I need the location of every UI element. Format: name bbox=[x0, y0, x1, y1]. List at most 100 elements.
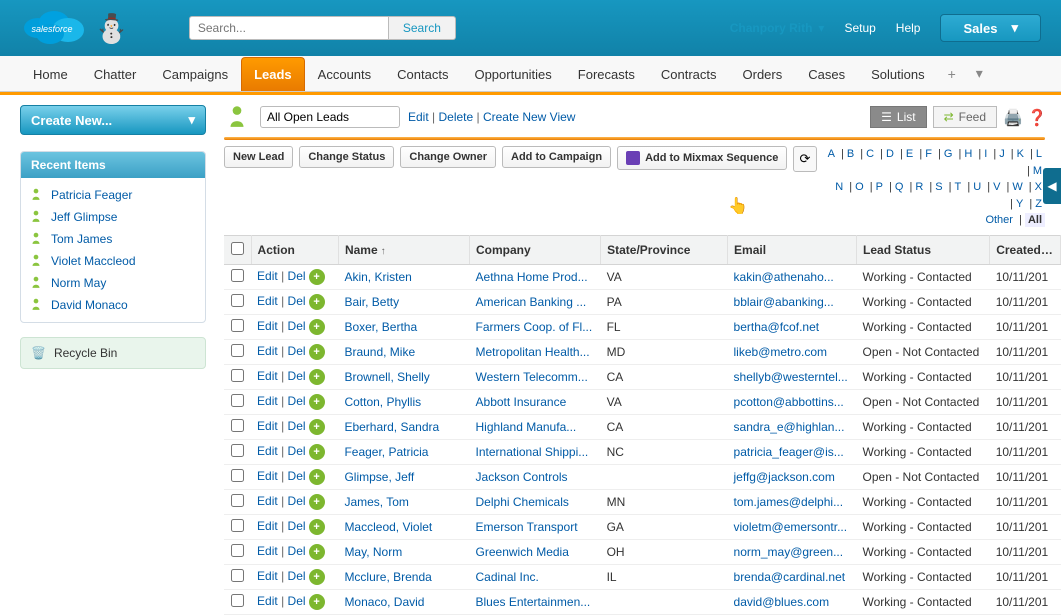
col-created[interactable]: Created Da bbox=[990, 235, 1061, 264]
nav-more[interactable]: ▾ bbox=[966, 56, 993, 91]
add-action-icon[interactable]: + bbox=[309, 544, 325, 560]
lead-name-link[interactable]: Bair, Betty bbox=[344, 295, 399, 309]
help-icon[interactable]: ❓ bbox=[1027, 108, 1045, 126]
recent-item-link[interactable]: Violet Maccleod bbox=[51, 254, 136, 268]
add-campaign-button[interactable]: Add to Campaign bbox=[502, 146, 611, 168]
alpha-all[interactable]: All bbox=[1025, 213, 1045, 227]
alpha-M[interactable]: M bbox=[1033, 165, 1042, 177]
help-link[interactable]: Help bbox=[896, 21, 921, 35]
feed-view-toggle[interactable]: ⇄Feed bbox=[933, 106, 997, 128]
alpha-other[interactable]: Other bbox=[985, 214, 1013, 226]
company-link[interactable]: Abbott Insurance bbox=[476, 395, 567, 409]
lead-name-link[interactable]: Brownell, Shelly bbox=[344, 370, 429, 384]
edit-link[interactable]: Edit bbox=[257, 544, 278, 558]
row-checkbox[interactable] bbox=[231, 394, 244, 407]
alpha-S[interactable]: S bbox=[935, 181, 942, 193]
company-link[interactable]: Greenwich Media bbox=[476, 545, 569, 559]
nav-tab-chatter[interactable]: Chatter bbox=[81, 57, 150, 91]
user-menu[interactable]: Chanpory Rith▾ bbox=[730, 21, 825, 35]
alpha-O[interactable]: O bbox=[855, 181, 864, 193]
add-action-icon[interactable]: + bbox=[309, 594, 325, 610]
row-checkbox[interactable] bbox=[231, 294, 244, 307]
email-link[interactable]: patricia_feager@is... bbox=[734, 445, 844, 459]
create-view-link[interactable]: Create New View bbox=[483, 110, 575, 124]
alpha-R[interactable]: R bbox=[915, 181, 923, 193]
search-input[interactable] bbox=[189, 16, 389, 40]
nav-tab-campaigns[interactable]: Campaigns bbox=[149, 57, 241, 91]
edit-link[interactable]: Edit bbox=[257, 369, 278, 383]
delete-view-link[interactable]: Delete bbox=[438, 110, 473, 124]
col-action[interactable]: Action bbox=[251, 235, 338, 264]
alpha-F[interactable]: F bbox=[925, 148, 932, 160]
add-action-icon[interactable]: + bbox=[309, 469, 325, 485]
lead-name-link[interactable]: Feager, Patricia bbox=[344, 445, 428, 459]
del-link[interactable]: Del bbox=[288, 269, 306, 283]
lead-name-link[interactable]: Monaco, David bbox=[344, 595, 424, 609]
row-checkbox[interactable] bbox=[231, 494, 244, 507]
view-select[interactable]: All Open Leads bbox=[260, 106, 400, 128]
edit-link[interactable]: Edit bbox=[257, 469, 278, 483]
email-link[interactable]: norm_may@green... bbox=[734, 545, 844, 559]
row-checkbox[interactable] bbox=[231, 594, 244, 607]
del-link[interactable]: Del bbox=[288, 544, 306, 558]
add-action-icon[interactable]: + bbox=[309, 319, 325, 335]
email-link[interactable]: bblair@abanking... bbox=[734, 295, 834, 309]
recent-item-link[interactable]: Jeff Glimpse bbox=[51, 210, 117, 224]
del-link[interactable]: Del bbox=[288, 294, 306, 308]
del-link[interactable]: Del bbox=[288, 369, 306, 383]
del-link[interactable]: Del bbox=[288, 444, 306, 458]
alpha-A[interactable]: A bbox=[828, 148, 835, 160]
del-link[interactable]: Del bbox=[288, 319, 306, 333]
select-all-checkbox[interactable] bbox=[231, 242, 244, 255]
alpha-W[interactable]: W bbox=[1012, 181, 1022, 193]
email-link[interactable]: violetm@emersontr... bbox=[734, 520, 848, 534]
lead-name-link[interactable]: Cotton, Phyllis bbox=[344, 395, 421, 409]
edit-link[interactable]: Edit bbox=[257, 294, 278, 308]
del-link[interactable]: Del bbox=[288, 519, 306, 533]
alpha-L[interactable]: L bbox=[1036, 148, 1042, 160]
collapse-tab[interactable]: ◀ bbox=[1043, 168, 1061, 204]
nav-tab-home[interactable]: Home bbox=[20, 57, 81, 91]
alpha-B[interactable]: B bbox=[847, 148, 854, 160]
recent-item-link[interactable]: Norm May bbox=[51, 276, 106, 290]
email-link[interactable]: brenda@cardinal.net bbox=[734, 570, 846, 584]
company-link[interactable]: American Banking ... bbox=[476, 295, 587, 309]
add-action-icon[interactable]: + bbox=[309, 294, 325, 310]
lead-name-link[interactable]: Eberhard, Sandra bbox=[344, 420, 439, 434]
email-link[interactable]: david@blues.com bbox=[734, 595, 830, 609]
del-link[interactable]: Del bbox=[288, 494, 306, 508]
alpha-V[interactable]: V bbox=[993, 181, 1000, 193]
refresh-button[interactable]: ⟳ bbox=[793, 146, 816, 172]
lead-name-link[interactable]: May, Norm bbox=[344, 545, 402, 559]
alpha-K[interactable]: K bbox=[1017, 148, 1024, 160]
row-checkbox[interactable] bbox=[231, 544, 244, 557]
add-action-icon[interactable]: + bbox=[309, 269, 325, 285]
company-link[interactable]: Highland Manufa... bbox=[476, 420, 577, 434]
nav-tab-contacts[interactable]: Contacts bbox=[384, 57, 461, 91]
new-lead-button[interactable]: New Lead bbox=[224, 146, 293, 168]
email-link[interactable]: bertha@fcof.net bbox=[734, 320, 820, 334]
company-link[interactable]: Emerson Transport bbox=[476, 520, 578, 534]
alpha-T[interactable]: T bbox=[955, 181, 962, 193]
edit-link[interactable]: Edit bbox=[257, 494, 278, 508]
edit-link[interactable]: Edit bbox=[257, 444, 278, 458]
add-action-icon[interactable]: + bbox=[309, 419, 325, 435]
alpha-J[interactable]: J bbox=[999, 148, 1005, 160]
lead-name-link[interactable]: Braund, Mike bbox=[344, 345, 415, 359]
edit-link[interactable]: Edit bbox=[257, 594, 278, 608]
nav-tab-solutions[interactable]: Solutions bbox=[858, 57, 937, 91]
edit-link[interactable]: Edit bbox=[257, 344, 278, 358]
lead-name-link[interactable]: Glimpse, Jeff bbox=[344, 470, 414, 484]
nav-tab-contracts[interactable]: Contracts bbox=[648, 57, 730, 91]
email-link[interactable]: tom.james@delphi... bbox=[734, 495, 844, 509]
row-checkbox[interactable] bbox=[231, 269, 244, 282]
alpha-D[interactable]: D bbox=[886, 148, 894, 160]
alpha-G[interactable]: G bbox=[944, 148, 953, 160]
email-link[interactable]: likeb@metro.com bbox=[734, 345, 828, 359]
company-link[interactable]: Aethna Home Prod... bbox=[476, 270, 588, 284]
del-link[interactable]: Del bbox=[288, 394, 306, 408]
nav-add-tab[interactable]: + bbox=[938, 57, 966, 91]
nav-tab-leads[interactable]: Leads bbox=[241, 57, 305, 91]
edit-link[interactable]: Edit bbox=[257, 394, 278, 408]
col-company[interactable]: Company bbox=[470, 235, 601, 264]
